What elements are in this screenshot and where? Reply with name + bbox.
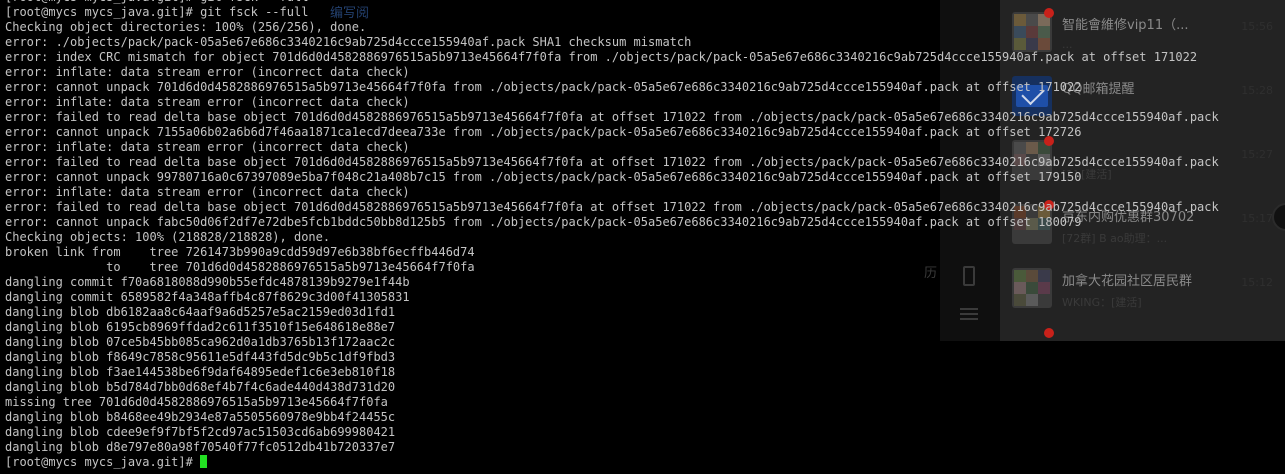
terminal-line: error: cannot unpack 99780716a0c67397089… — [5, 170, 1082, 184]
terminal-line: error: failed to read delta base object … — [5, 155, 1219, 169]
terminal-line: dangling blob db6182aa8c64aaf9a6d5257e5a… — [5, 305, 396, 319]
terminal-line: dangling blob f3ae144538be6f9daf64895ede… — [5, 365, 396, 379]
terminal-line: error: index CRC mismatch for object 701… — [5, 50, 1198, 64]
terminal-line: Checking object directories: 100% (256/2… — [5, 20, 367, 34]
terminal-line: error: inflate: data stream error (incor… — [5, 185, 410, 199]
terminal-line: error: cannot unpack fabc50d06f2df7e72db… — [5, 215, 1082, 229]
text-cursor — [200, 455, 208, 468]
terminal-line: missing tree 701d6d0d4582886976515a5b971… — [5, 395, 388, 409]
terminal-line: dangling blob b5d784d7bb0d68ef4b7f4c6ade… — [5, 380, 396, 394]
terminal-line: Checking objects: 100% (218828/218828), … — [5, 230, 331, 244]
terminal-line: to tree 701d6d0d4582886976515a5b9713e456… — [5, 260, 475, 274]
shell-prompt: [root@mycs mycs_java.git]# — [5, 455, 201, 469]
terminal-line: dangling blob 07ce5b45bb085ca962d0a1db37… — [5, 335, 396, 349]
terminal-line: error: ./objects/pack/pack-05a5e67e686c3… — [5, 35, 692, 49]
terminal-line: dangling blob 6195cb8969ffdad2c611f3510f… — [5, 320, 396, 334]
terminal-line: error: inflate: data stream error (incor… — [5, 95, 410, 109]
terminal-line: error: failed to read delta base object … — [5, 110, 1219, 124]
terminal-line: dangling blob d8e797e80a98f70540f77fc051… — [5, 440, 396, 454]
terminal-line: dangling blob f8649c7858c95611e5df443fd5… — [5, 350, 396, 364]
terminal-line: dangling blob b8468ee49b2934e87a55055609… — [5, 410, 396, 424]
terminal-line: dangling commit f70a6818088d990b55efdc48… — [5, 275, 410, 289]
terminal-line: error: cannot unpack 701d6d0d45828869765… — [5, 80, 1082, 94]
terminal-line: broken link from tree 7261473b990a9cdd59… — [5, 245, 475, 259]
terminal-prompt-line[interactable]: [root@mycs mycs_java.git]# — [5, 455, 1285, 470]
terminal-line: dangling blob cdee9ef9f7bf5f2cd97ac51503… — [5, 425, 396, 439]
terminal-line: error: inflate: data stream error (incor… — [5, 140, 410, 154]
terminal-line: dangling commit 6589582f4a348affb4c87f86… — [5, 290, 410, 304]
screen: 编写阅 历 智能會維修vip11（... ... 15:56 QQ邮箱提醒 15… — [0, 0, 1285, 474]
terminal-line: error: inflate: data stream error (incor… — [5, 65, 410, 79]
terminal-line: error: cannot unpack 7155a06b02a6b6d7f46… — [5, 125, 1082, 139]
terminal-line: [root@mycs mycs_java.git]# git fsck --fu… — [5, 5, 309, 19]
terminal-line: error: failed to read delta base object … — [5, 200, 1219, 214]
terminal-output[interactable]: [root@mycs mycs_java.git]# git fsck --fu… — [5, 0, 1285, 470]
